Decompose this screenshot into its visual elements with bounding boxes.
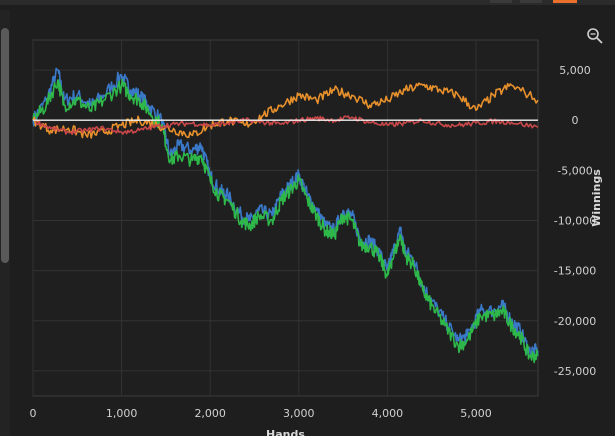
x-tick-label: 4,000 [372,407,404,420]
x-tick-label: 5,000 [460,407,492,420]
y-axis-label: Winnings [590,169,603,227]
y-tick-label: 5,000 [559,64,591,77]
x-tick-label: 0 [30,407,37,420]
y-tick-label: -5,000 [557,164,592,177]
x-tick-label: 2,000 [194,407,226,420]
y-tick-label: 0 [572,114,579,127]
y-tick-label: -25,000 [554,365,596,378]
x-tick-label: 1,000 [106,407,138,420]
x-tick-label: 3,000 [283,407,315,420]
x-axis-label: Hands [266,428,305,436]
y-tick-label: -20,000 [554,315,596,328]
winnings-chart: 0 1,000 2,000 3,000 4,000 5,000 5,000 0 -5,000 -1… [30,39,603,436]
y-tick-label: -15,000 [554,265,596,278]
zoom-icon[interactable] [585,26,605,46]
